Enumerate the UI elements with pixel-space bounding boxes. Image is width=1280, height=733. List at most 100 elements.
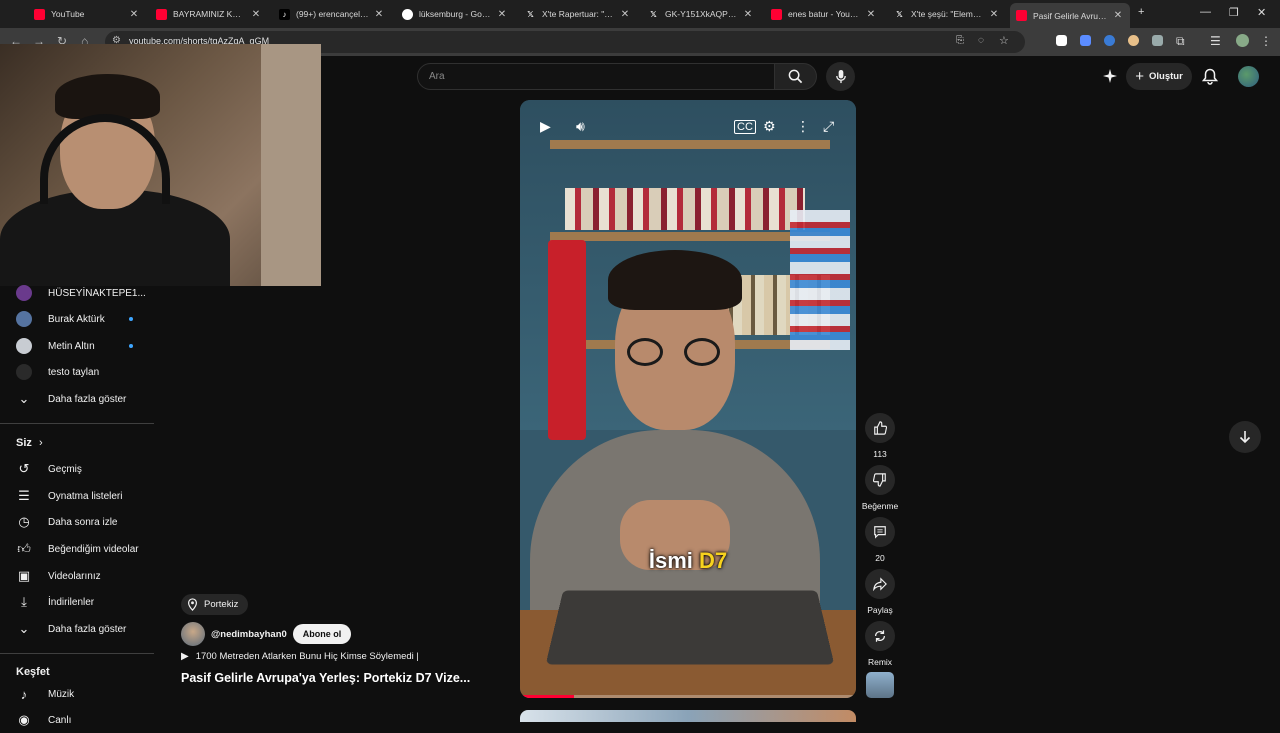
show-more-you[interactable]: ⌄ Daha fazla göster xyxy=(0,616,155,642)
like-action[interactable]: 113 xyxy=(864,413,896,459)
minimize-icon[interactable]: — xyxy=(1200,6,1211,18)
account-avatar[interactable] xyxy=(1238,66,1259,87)
profile-avatar[interactable] xyxy=(1236,34,1249,47)
you-section-heading[interactable]: Siz › xyxy=(16,437,43,449)
sidebar-item-downloads[interactable]: ⤓ İndirilenler xyxy=(0,589,155,615)
close-icon[interactable]: ✕ xyxy=(250,9,262,20)
remix-icon[interactable] xyxy=(865,621,895,651)
browser-tab[interactable]: 𝕏 X'te şeşü: "Eleman fe ✕ xyxy=(888,3,1006,25)
remix-action[interactable]: Remix xyxy=(864,621,896,667)
fullscreen-icon[interactable]: ⤢ xyxy=(823,118,834,135)
sidebar-item-label: Geçmiş xyxy=(48,463,82,475)
captions-icon[interactable]: CC xyxy=(734,120,756,134)
next-short-button[interactable] xyxy=(1229,421,1261,453)
music-icon: ♪ xyxy=(20,686,28,702)
sidebar-item-playlists[interactable]: ☰ Oynatma listeleri xyxy=(0,483,155,509)
subscribe-button[interactable]: Abone ol xyxy=(292,624,352,644)
shelf xyxy=(550,140,830,149)
eye-off-icon[interactable]: ◌ xyxy=(978,35,984,46)
thumbs-up-icon[interactable] xyxy=(865,413,895,443)
browser-tab[interactable]: lüksemburg - Googl ✕ xyxy=(396,3,514,25)
sidebar-item-music[interactable]: ♪ Müzik xyxy=(0,681,155,707)
browser-tab[interactable]: 𝕏 GK-Y151XkAQP9NV ( ✕ xyxy=(642,3,760,25)
tab-label: enes batur - YouTube xyxy=(788,9,861,19)
sidebar-item-your-videos[interactable]: ▣ Videolarınız xyxy=(0,563,155,589)
search-button[interactable] xyxy=(775,63,817,90)
volume-icon[interactable]: 🔊︎ xyxy=(576,118,585,135)
extensions-puzzle-icon[interactable]: ⧉ xyxy=(1176,34,1185,49)
share-icon[interactable] xyxy=(865,569,895,599)
close-icon[interactable]: ✕ xyxy=(619,9,631,20)
sidebar-subscription[interactable]: HÜSEYİNAKTEPE1... xyxy=(0,280,155,306)
sound-thumbnail[interactable] xyxy=(866,672,894,698)
close-icon[interactable]: ✕ xyxy=(742,9,754,20)
browser-tab[interactable]: enes batur - YouTube ✕ xyxy=(765,3,883,25)
create-button[interactable]: + Oluştur xyxy=(1126,63,1192,90)
bookmark-star-icon[interactable]: ☆ xyxy=(999,34,1009,47)
maximize-icon[interactable]: ❐ xyxy=(1229,6,1239,19)
comments-action[interactable]: 20 xyxy=(864,517,896,563)
progress-bar[interactable] xyxy=(520,695,856,698)
voice-search-button[interactable] xyxy=(826,62,855,91)
extension-icon[interactable] xyxy=(1080,35,1091,46)
next-short-preview[interactable] xyxy=(520,710,856,722)
channel-avatar[interactable] xyxy=(181,622,205,646)
caption-highlight: D7 xyxy=(699,548,728,573)
sidebar-item-label: Daha fazla göster xyxy=(48,393,127,405)
sidebar-subscription[interactable]: Metin Altın xyxy=(0,333,155,359)
browser-tab[interactable]: BAYRAMINIZ KUTLU ✕ xyxy=(150,3,268,25)
play-icon[interactable]: ▶ xyxy=(540,118,551,135)
browser-tab-active[interactable]: Pasif Gelirle Avrupa'y ✕ xyxy=(1010,3,1130,28)
close-icon[interactable]: ✕ xyxy=(865,9,877,20)
extension-icon[interactable] xyxy=(1056,35,1067,46)
extension-icon[interactable] xyxy=(1128,35,1139,46)
tab-search-icon[interactable]: ☰ xyxy=(1210,34,1221,48)
close-icon[interactable]: ✕ xyxy=(128,9,140,20)
history-icon: ↺ xyxy=(18,461,30,476)
related-video-link[interactable]: ▶ 1700 Metreden Atlarken Bunu Hiç Kimse … xyxy=(181,651,419,662)
extension-icon[interactable] xyxy=(1104,35,1115,46)
window-close-icon[interactable]: ✕ xyxy=(1257,6,1266,19)
show-more-subscriptions[interactable]: ⌄ Daha fazla göster xyxy=(0,386,155,412)
channel-handle[interactable]: @nedimbayhan0 xyxy=(211,629,287,640)
sidebar-subscription[interactable]: testo taylan xyxy=(0,359,155,385)
sidebar-item-label: Beğendiğim videolar xyxy=(48,543,139,555)
location-chip[interactable]: Portekiz xyxy=(181,594,249,615)
youtube-icon xyxy=(771,8,782,20)
settings-icon[interactable]: ⚙ xyxy=(763,118,776,135)
browser-tab[interactable]: 𝕏 X'te Rapertuar: "Joke ✕ xyxy=(519,3,637,25)
browser-tab-strip: YouTube ✕ BAYRAMINIZ KUTLU ✕ ♪ (99+) ere… xyxy=(0,0,1280,28)
close-icon[interactable]: ✕ xyxy=(988,9,1000,20)
browser-tab[interactable]: ♪ (99+) erencançelik (@ ✕ xyxy=(273,3,391,25)
dislike-action[interactable]: Beğenme xyxy=(862,465,898,511)
notifications-button[interactable] xyxy=(1201,68,1219,90)
create-sparkle-icon[interactable] xyxy=(1102,68,1118,84)
shorts-video-player[interactable]: İsmi D7 ▶ 🔊︎ CC ⚙ ⋮ ⤢ xyxy=(520,100,856,698)
extension-icon[interactable] xyxy=(1152,35,1163,46)
comment-icon[interactable] xyxy=(865,517,895,547)
search-input[interactable]: Ara xyxy=(417,63,775,90)
thumbs-down-icon[interactable] xyxy=(865,465,895,495)
sidebar-item-live[interactable]: ◉ Canlı xyxy=(0,707,155,733)
explore-section-heading: Keşfet xyxy=(16,666,50,678)
close-icon[interactable]: ✕ xyxy=(373,9,385,20)
sidebar-item-watch-later[interactable]: ◷ Daha sonra izle xyxy=(0,509,155,535)
sidebar-item-history[interactable]: ↺ Geçmiş xyxy=(0,456,155,482)
microphone-icon xyxy=(835,69,846,84)
more-options-icon[interactable]: ⋮ xyxy=(796,118,810,135)
browser-tab[interactable]: YouTube ✕ xyxy=(28,3,146,25)
x-icon: 𝕏 xyxy=(527,9,534,19)
tab-label: X'te Rapertuar: "Joke xyxy=(542,9,615,19)
tab-label: lüksemburg - Googl xyxy=(419,9,492,19)
video-title[interactable]: Pasif Gelirle Avrupa'ya Yerleş: Portekiz… xyxy=(181,671,470,685)
close-icon[interactable]: ✕ xyxy=(496,9,508,20)
like-count: 113 xyxy=(873,449,887,459)
install-icon[interactable]: ⎘ xyxy=(956,35,964,46)
new-tab-button[interactable]: + xyxy=(1138,6,1144,18)
sidebar-item-liked[interactable]: 👍︎ Beğendiğim videolar xyxy=(0,536,155,562)
tiktok-icon: ♪ xyxy=(279,8,290,20)
sidebar-subscription[interactable]: Burak Aktürk xyxy=(0,306,155,332)
browser-menu-icon[interactable]: ⋮ xyxy=(1260,34,1272,48)
close-icon[interactable]: ✕ xyxy=(1112,10,1124,21)
share-action[interactable]: Paylaş xyxy=(864,569,896,615)
